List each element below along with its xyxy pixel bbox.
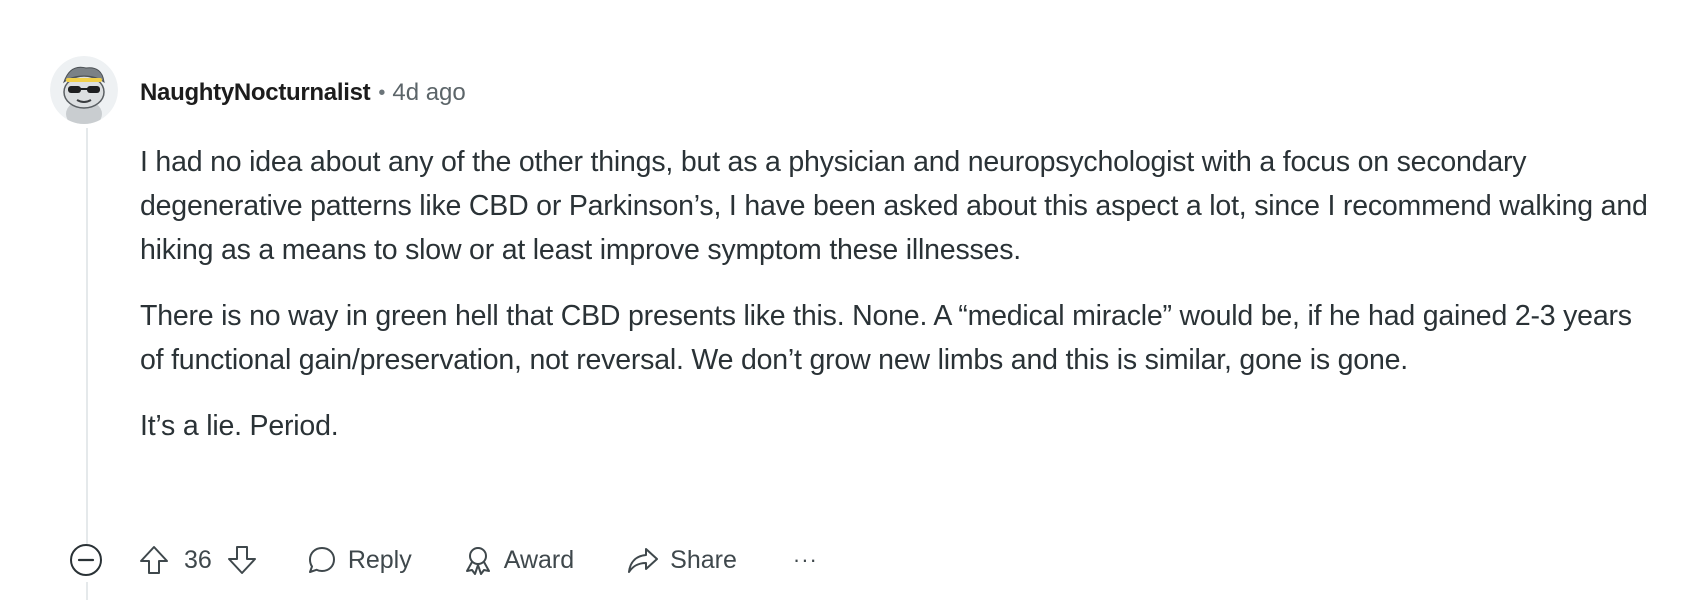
reply-label: Reply [347, 545, 412, 574]
timestamp[interactable]: 4d ago [392, 79, 465, 107]
comment: NaughtyNocturnalist • 4d ago I had no id… [0, 0, 1686, 600]
arrow-up-icon [140, 546, 168, 574]
thread-line-continuation[interactable] [86, 582, 88, 600]
comment-body: I had no idea about any of the other thi… [140, 140, 1650, 470]
share-label: Share [670, 545, 737, 574]
minus-circle-icon [70, 544, 102, 576]
share-button[interactable]: Share [626, 544, 737, 576]
award-ribbon-icon [465, 547, 490, 575]
vote-score: 36 [184, 545, 212, 574]
username-link[interactable]: NaughtyNocturnalist [140, 79, 371, 107]
more-options-button[interactable]: ··· [793, 547, 818, 573]
comment-paragraph-3: It’s a lie. Period. [140, 410, 339, 442]
comment-paragraph-2: There is no way in green hell that CBD p… [140, 300, 1632, 376]
avatar[interactable] [50, 56, 118, 124]
comment-paragraph-1: I had no idea about any of the other thi… [140, 146, 1648, 266]
collapse-button[interactable] [66, 540, 106, 580]
meta-separator: • [378, 81, 386, 104]
award-button[interactable]: Award [462, 544, 574, 576]
comment-meta: NaughtyNocturnalist • 4d ago [140, 76, 466, 110]
upvote-button[interactable] [136, 542, 172, 578]
award-label: Award [503, 545, 575, 574]
speech-bubble-icon [308, 547, 335, 573]
snoo-avatar-icon [50, 56, 118, 124]
downvote-button[interactable] [224, 542, 260, 578]
arrow-down-icon [227, 546, 256, 574]
reply-button[interactable]: Reply [306, 544, 412, 576]
comment-action-bar: 36 Reply Award Share ··· [66, 538, 818, 582]
thread-line[interactable] [86, 128, 88, 544]
ellipsis-icon: ··· [792, 547, 818, 572]
share-arrow-icon [628, 548, 659, 573]
